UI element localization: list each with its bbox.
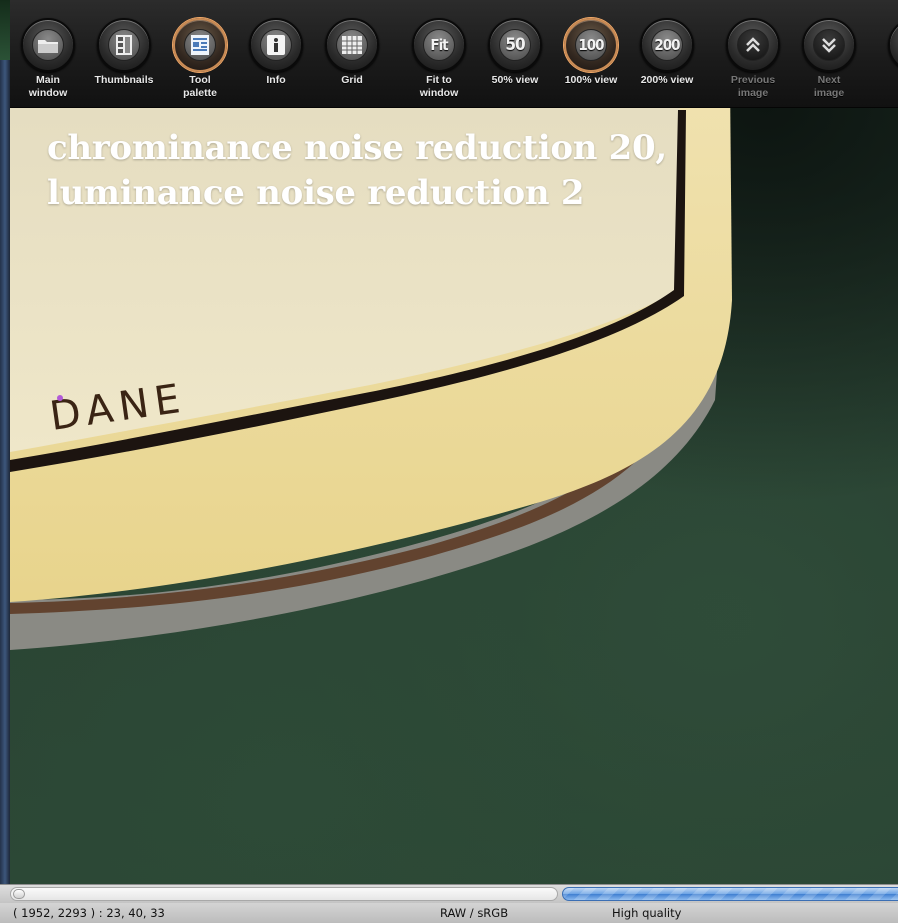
double-chevron-up-icon: [728, 20, 778, 70]
toolbar-200-view-label: 200% view: [630, 74, 704, 87]
label-line-1: Fit to: [426, 74, 452, 86]
toolbar-main-window-label: Main window: [11, 74, 85, 100]
quality-label: High quality: [612, 906, 682, 920]
toolbar-thumbnails-circle: [97, 18, 151, 72]
thumbnails-icon: [99, 20, 149, 70]
partial-icon: [890, 20, 898, 70]
pixel-coordinates-readout: ( 1952, 2293 ) : 23, 40, 33: [13, 906, 165, 920]
toolbar-previous-image-circle: [726, 18, 780, 72]
toolbar-200-view-button[interactable]: 200 200% view: [630, 18, 704, 107]
toolbar-fit-to-window-label: Fit to window: [402, 74, 476, 100]
label-line-1: Tool: [189, 74, 211, 86]
label-line-1: R: [878, 74, 898, 87]
toolbar-next-image-circle: [802, 18, 856, 72]
label-line-2: window: [28, 87, 68, 99]
toolbar-100-view-circle: 100: [564, 18, 618, 72]
label-line-1: Info: [266, 74, 286, 86]
toolbar-100-view-button[interactable]: 100 100% view: [554, 18, 628, 107]
toolbar-info-label: Info: [239, 74, 313, 87]
caption-line-1: chrominance noise reduction 20,: [47, 128, 667, 168]
palette-icon: [175, 20, 225, 70]
toolbar-thumbnails-label: Thumbnails: [87, 74, 161, 87]
toolbar-50-view-label: 50% view: [478, 74, 552, 87]
toolbar-grid-label: Grid: [315, 74, 389, 87]
toolbar-50-view-circle: 50: [488, 18, 542, 72]
toolbar-tool-palette-circle: [173, 18, 227, 72]
toolbar-r-partial-button[interactable]: R: [878, 18, 898, 107]
folder-icon: [23, 20, 73, 70]
toolbar-fit-to-window-circle: Fit: [412, 18, 466, 72]
toolbar-next-image-label: Next image: [792, 74, 866, 100]
toolbar-200-view-circle: 200: [640, 18, 694, 72]
label-line-1: Next: [817, 74, 841, 86]
fit-icon: Fit: [430, 36, 448, 54]
zoom-200-icon: 200: [654, 36, 680, 54]
toolbar-grid-circle: [325, 18, 379, 72]
label-line-2: palette: [183, 87, 217, 99]
toolbar-r-partial-label: R: [878, 74, 898, 87]
colorspace-label: RAW / sRGB: [440, 906, 509, 920]
toolbar-r-partial-circle: [888, 18, 898, 72]
toolbar-grid-button[interactable]: Grid: [315, 18, 389, 107]
scrollbar-thumb[interactable]: [13, 889, 25, 899]
label-line-1: Grid: [341, 74, 363, 86]
label-line-1: Main: [36, 74, 60, 86]
toolbar-previous-image-button[interactable]: Previous image: [716, 18, 790, 107]
render-progress-bar: [562, 887, 898, 901]
toolbar-tool-palette-button[interactable]: Tool palette: [163, 18, 237, 107]
background-window-strip: [0, 0, 10, 884]
toolbar-main-window-circle: [21, 18, 75, 72]
toolbar-info-circle: [249, 18, 303, 72]
double-chevron-down-icon: [804, 20, 854, 70]
viewer-toolbar: Main window Thumbnails Tool palette Info Grid F…: [10, 0, 898, 108]
noise-reduction-caption: chrominance noise reduction 20, luminanc…: [47, 126, 747, 216]
label-line-2: window: [419, 87, 459, 99]
toolbar-info-button[interactable]: Info: [239, 18, 313, 107]
zoom-50-icon: 50: [505, 35, 525, 55]
horizontal-scrollbar[interactable]: [10, 887, 558, 901]
scroll-and-progress-bar: [0, 884, 898, 903]
label-line-1: 50% view: [491, 74, 539, 86]
label-line-1: 100% view: [564, 74, 618, 86]
caption-line-2: luminance noise reduction 2: [47, 173, 585, 213]
status-bar: ( 1952, 2293 ) : 23, 40, 33 RAW / sRGB H…: [0, 903, 898, 923]
label-line-2: image: [813, 87, 845, 99]
label-line-1: 200% view: [640, 74, 694, 86]
label-line-2: image: [737, 87, 769, 99]
label-line-1: Thumbnails: [94, 74, 154, 86]
toolbar-next-image-button[interactable]: Next image: [792, 18, 866, 107]
toolbar-previous-image-label: Previous image: [716, 74, 790, 100]
render-progress-fill: [563, 888, 898, 900]
info-icon: [251, 20, 301, 70]
noise-speck: [57, 395, 63, 401]
zoom-100-icon: 100: [578, 36, 604, 54]
label-line-1: Previous: [730, 74, 776, 86]
viewer-window: DANE Main window Thumbnails Tool palette Info…: [0, 0, 898, 923]
toolbar-tool-palette-label: Tool palette: [163, 74, 237, 100]
toolbar-50-view-button[interactable]: 50 50% view: [478, 18, 552, 107]
toolbar-fit-to-window-button[interactable]: Fit Fit to window: [402, 18, 476, 107]
toolbar-main-window-button[interactable]: Main window: [11, 18, 85, 107]
toolbar-100-view-label: 100% view: [554, 74, 628, 87]
toolbar-thumbnails-button[interactable]: Thumbnails: [87, 18, 161, 107]
grid-icon: [327, 20, 377, 70]
